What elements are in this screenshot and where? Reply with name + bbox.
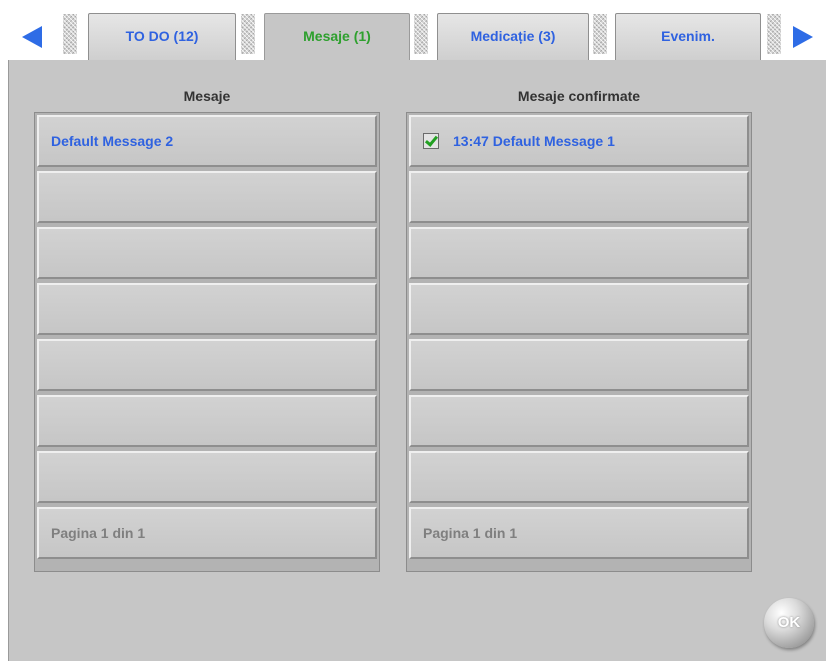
list-item[interactable] <box>409 227 749 279</box>
checkbox-checked-icon[interactable] <box>423 132 439 149</box>
list-item[interactable] <box>409 339 749 391</box>
message-time: 13:47 <box>453 133 489 149</box>
arrow-left-icon[interactable] <box>22 26 42 48</box>
messages-title: Mesaje <box>183 88 231 104</box>
list-item[interactable] <box>37 227 377 279</box>
list-item[interactable] <box>37 395 377 447</box>
confirmed-list: 13:47 Default Message 1 Pagina 1 din 1 <box>406 112 752 572</box>
tab-bar: TO DO (12) Mesaje (1) Medicație (3) Even… <box>0 0 826 62</box>
list-item[interactable] <box>409 451 749 503</box>
tab-evenim-label: Evenim. <box>661 28 715 44</box>
list-item[interactable] <box>409 283 749 335</box>
list-item[interactable]: 13:47 Default Message 1 <box>409 115 749 167</box>
tab-separator-grip <box>241 14 255 54</box>
message-text: Default Message 1 <box>492 133 615 149</box>
tab-todo[interactable]: TO DO (12) <box>88 13 236 60</box>
tab-mesaje-label: Mesaje (1) <box>303 28 371 44</box>
tab-todo-label: TO DO (12) <box>125 28 199 44</box>
messages-panel: Mesaje Default Message 2 Pagina 1 din 1 … <box>8 60 826 661</box>
tab-mesaje[interactable]: Mesaje (1) <box>264 13 410 62</box>
list-item[interactable] <box>409 395 749 447</box>
page-indicator: Pagina 1 din 1 <box>37 507 377 559</box>
arrow-right-icon[interactable] <box>793 26 813 48</box>
tab-medicatie[interactable]: Medicație (3) <box>437 13 589 60</box>
list-item[interactable] <box>37 339 377 391</box>
tab-separator-grip <box>593 14 607 54</box>
list-item[interactable]: Default Message 2 <box>37 115 377 167</box>
list-item[interactable] <box>409 171 749 223</box>
list-item[interactable] <box>37 451 377 503</box>
list-item[interactable] <box>37 171 377 223</box>
tab-evenim[interactable]: Evenim. <box>615 13 761 60</box>
tab-medicatie-label: Medicație (3) <box>470 28 556 44</box>
page-indicator: Pagina 1 din 1 <box>409 507 749 559</box>
messages-list: Default Message 2 Pagina 1 din 1 <box>34 112 380 572</box>
tab-separator-grip <box>63 14 77 54</box>
confirmed-title: Mesaje confirmate <box>517 88 641 104</box>
ok-button[interactable]: OK <box>764 598 814 648</box>
tab-separator-grip <box>414 14 428 54</box>
list-item[interactable] <box>37 283 377 335</box>
tab-separator-grip <box>767 14 781 54</box>
